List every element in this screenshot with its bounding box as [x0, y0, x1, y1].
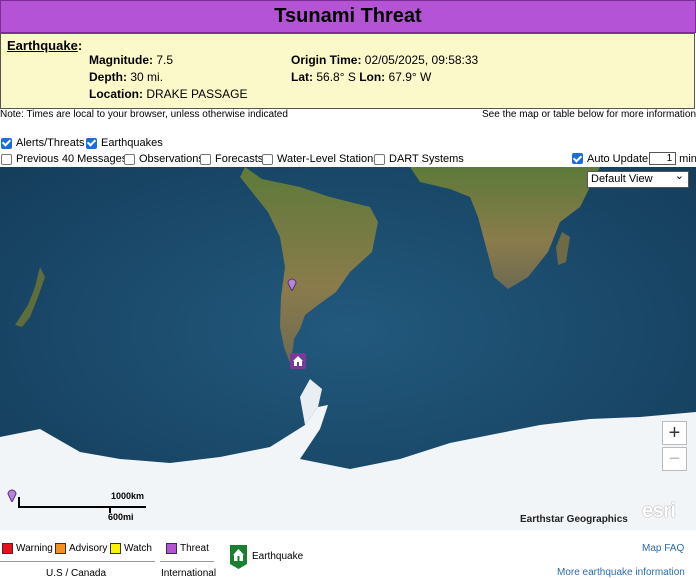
legend-advisory: Advisory	[55, 543, 107, 554]
checkbox-empty-icon	[124, 153, 135, 165]
auto-update-checkbox[interactable]: Auto Update 1 min	[572, 152, 696, 165]
legend-warning: Warning	[2, 543, 53, 554]
lat-lon-row: Lat: 56.8° S Lon: 67.9° W	[291, 70, 432, 84]
satellite-basemap	[0, 167, 696, 530]
location-row: Location: DRAKE PASSAGE	[89, 87, 248, 101]
checkbox-checked-icon	[1, 137, 12, 149]
forecasts-checkbox[interactable]: Forecasts	[200, 153, 263, 165]
checkbox-checked-icon	[86, 137, 97, 149]
threat-swatch	[166, 543, 177, 554]
map-pin-icon	[7, 489, 17, 502]
earthquakes-checkbox[interactable]: Earthquakes	[86, 137, 163, 149]
earthquake-house-icon	[290, 353, 306, 369]
map-attribution: Earthstar Geographics	[520, 514, 628, 525]
earthquake-info-panel: Earthquake: Magnitude: 7.5 Depth: 30 mi.…	[0, 33, 695, 109]
zoom-out-button[interactable]: −	[662, 447, 687, 471]
checkbox-empty-icon	[1, 153, 12, 165]
title-bar: Tsunami Threat	[0, 0, 696, 33]
auto-update-minutes-input[interactable]: 1	[649, 152, 677, 165]
latitude-value: 56.8° S	[316, 70, 356, 84]
checkbox-empty-icon	[200, 153, 211, 165]
checkbox-empty-icon	[262, 153, 273, 165]
advisory-swatch	[55, 543, 66, 554]
more-earthquake-info-link[interactable]: More earthquake information	[557, 567, 685, 578]
checkbox-checked-icon	[572, 153, 583, 164]
legend-divider	[160, 561, 214, 562]
previous-messages-checkbox[interactable]: Previous 40 Messages	[1, 153, 127, 165]
earthquake-legend-icon	[230, 545, 247, 569]
origin-time-value: 02/05/2025, 09:58:33	[364, 53, 479, 67]
earthquake-heading: Earthquake:	[7, 38, 83, 53]
zoom-in-button[interactable]: +	[662, 421, 687, 445]
map-view-select[interactable]: Default View	[587, 169, 689, 188]
esri-logo: esri	[642, 500, 676, 522]
location-value: DRAKE PASSAGE	[146, 87, 248, 101]
watch-swatch	[110, 543, 121, 554]
depth-value: 30 mi.	[130, 70, 164, 84]
magnitude-row: Magnitude: 7.5	[89, 53, 174, 67]
map-view[interactable]: 1000km 600mi	[0, 167, 696, 530]
scale-mi-label: 600mi	[108, 512, 134, 522]
map-table-note: See the map or table below for more info…	[482, 109, 696, 120]
checkbox-empty-icon	[374, 153, 385, 165]
warning-swatch	[2, 543, 13, 554]
map-faq-link[interactable]: Map FAQ	[642, 543, 684, 554]
scale-km-label: 1000km	[111, 491, 145, 501]
origin-time-row: Origin Time: 02/05/2025, 09:58:33	[291, 53, 479, 67]
legend-watch: Watch	[110, 543, 152, 554]
legend-threat: Threat	[166, 543, 209, 554]
map-pin-icon	[287, 278, 297, 291]
international-label: International	[161, 568, 217, 578]
timezone-note: Note: Times are local to your browser, u…	[0, 109, 288, 120]
dart-systems-checkbox[interactable]: DART Systems	[374, 153, 464, 165]
us-canada-label: U.S / Canada	[46, 568, 107, 578]
page-title: Tsunami Threat	[274, 5, 422, 27]
magnitude-value: 7.5	[156, 53, 174, 67]
observations-checkbox[interactable]: Observations	[124, 153, 204, 165]
longitude-value: 67.9° W	[388, 70, 432, 84]
alerts-threats-checkbox[interactable]: Alerts/Threats	[1, 137, 84, 149]
earthquake-legend-label: Earthquake	[252, 551, 304, 562]
depth-row: Depth: 30 mi.	[89, 70, 164, 84]
legend-divider	[0, 561, 155, 562]
water-level-stations-checkbox[interactable]: Water-Level Stations	[262, 153, 379, 165]
